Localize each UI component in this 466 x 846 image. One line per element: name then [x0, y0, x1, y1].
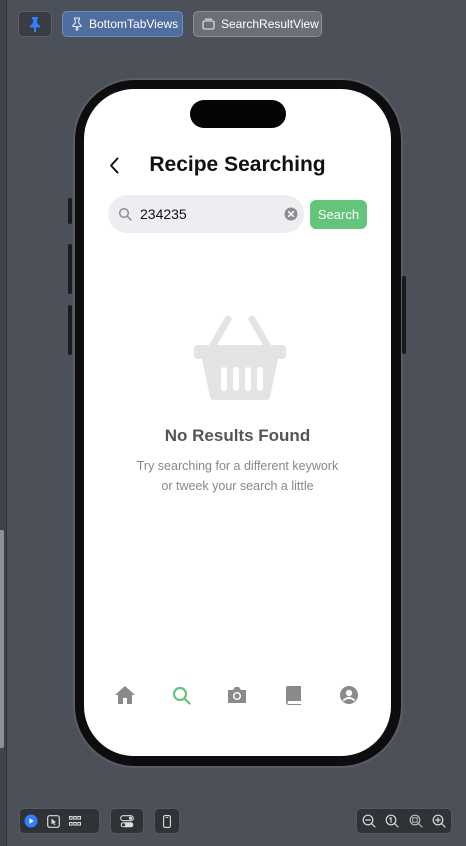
zoom-out-button[interactable]	[358, 810, 380, 832]
zoom-actual-icon	[385, 814, 399, 828]
pin-button[interactable]	[18, 11, 52, 37]
settings-group	[110, 808, 144, 834]
tab-profile[interactable]	[336, 682, 362, 708]
device-group	[154, 808, 180, 834]
empty-state-line-1: Try searching for a different keywork	[136, 459, 339, 473]
zoom-fit-icon	[409, 814, 423, 828]
live-preview-button[interactable]	[20, 810, 42, 832]
device-button[interactable]	[156, 810, 178, 832]
basket-icon	[192, 315, 288, 401]
search-button[interactable]: Search	[310, 200, 367, 229]
preview-chip-bottomtabviews[interactable]: BottomTabViews	[62, 11, 183, 37]
volume-up-button	[68, 244, 72, 294]
empty-state-line-2: or tweek your search a little	[161, 479, 314, 493]
dynamic-island	[190, 100, 286, 128]
zoom-fit-button[interactable]	[405, 810, 427, 832]
volume-down-button	[68, 305, 72, 355]
tab-book[interactable]	[280, 682, 306, 708]
zoom-group	[356, 808, 452, 834]
house-icon	[114, 685, 136, 705]
preview-mode-group	[19, 808, 100, 834]
chip-label: BottomTabViews	[89, 17, 179, 31]
cursor-square-icon	[46, 814, 60, 828]
play-circle-icon	[24, 814, 38, 828]
iphone-icon	[163, 814, 171, 828]
variants-button[interactable]	[64, 810, 86, 832]
resize-handle[interactable]	[0, 530, 4, 748]
tab-search[interactable]	[168, 682, 194, 708]
book-icon	[285, 685, 302, 705]
chip-label: SearchResultView	[221, 17, 319, 31]
app-screen: Recipe Searching Search No Results Found…	[84, 89, 391, 756]
zoom-out-icon	[362, 814, 376, 828]
power-button	[402, 276, 406, 354]
device-settings-button[interactable]	[116, 810, 138, 832]
tab-bar	[84, 682, 391, 708]
tab-home[interactable]	[112, 682, 138, 708]
page-title: Recipe Searching	[149, 153, 326, 176]
camera-icon	[226, 686, 248, 704]
grid-icon	[69, 816, 81, 826]
preview-chip-searchresultview[interactable]: SearchResultView	[193, 11, 322, 37]
search-icon	[118, 207, 132, 221]
layers-icon	[202, 18, 215, 30]
toggle-icon	[120, 814, 134, 828]
left-rail	[0, 0, 7, 846]
zoom-100-button[interactable]	[381, 810, 403, 832]
zoom-in-icon	[432, 814, 446, 828]
empty-state-title: No Results Found	[164, 426, 311, 445]
search-field[interactable]	[108, 195, 304, 233]
selectable-mode-button[interactable]	[42, 810, 64, 832]
pin-outline-icon	[71, 17, 83, 31]
tab-camera[interactable]	[224, 682, 250, 708]
action-button	[68, 198, 72, 224]
person-circle-icon	[339, 685, 359, 705]
empty-state-message: Try searching for a different keywork or…	[124, 456, 351, 496]
zoom-in-button[interactable]	[428, 810, 450, 832]
search-icon	[172, 686, 191, 705]
search-input[interactable]	[140, 206, 284, 222]
clear-icon[interactable]	[284, 207, 298, 221]
pin-icon	[28, 16, 42, 32]
